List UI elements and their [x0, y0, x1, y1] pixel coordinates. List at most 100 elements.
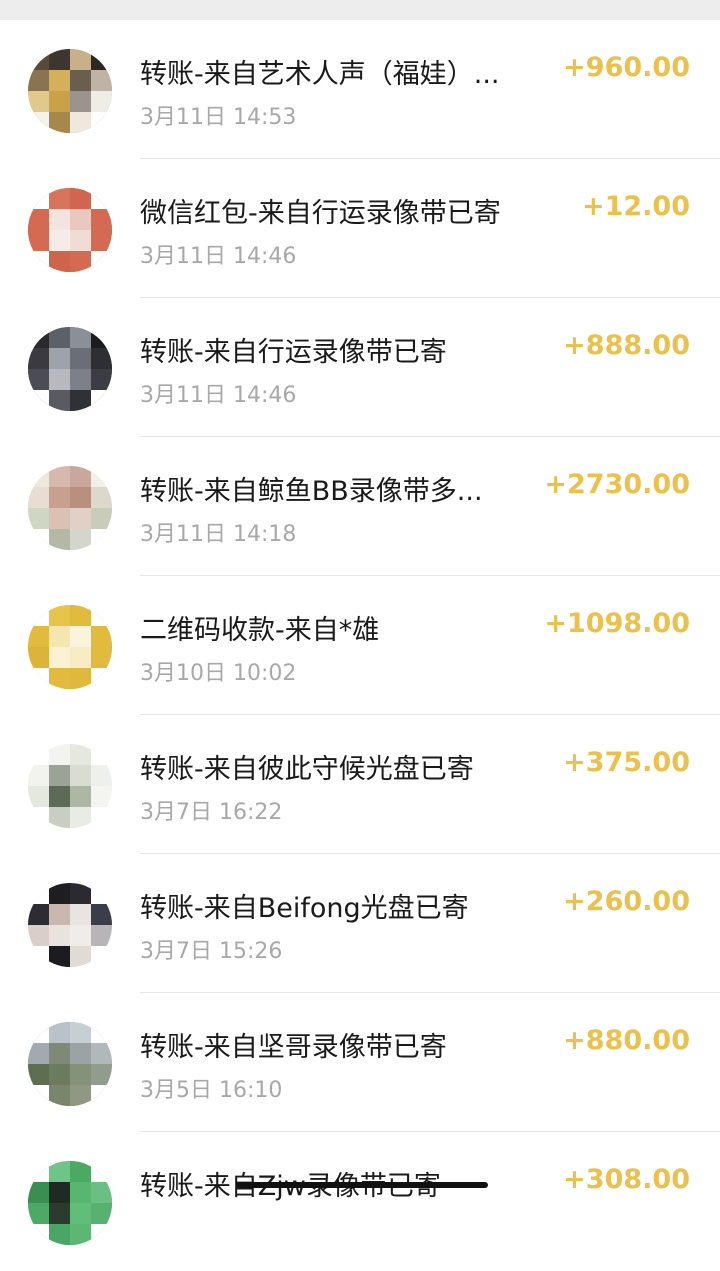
- avatar-pixel: [49, 668, 70, 689]
- transaction-time: 3月5日 16:10: [140, 1078, 283, 1103]
- avatar-pixel: [91, 1182, 112, 1203]
- transaction-amount: +960.00: [563, 52, 690, 83]
- avatar-pixel: [70, 188, 91, 209]
- avatar-pixel: [49, 925, 70, 946]
- transaction-row[interactable]: 转账-来自鲸鱼BB录像带多... 3月11日 14:18 +2730.00: [0, 437, 720, 576]
- avatar-pixel: [91, 626, 112, 647]
- transaction-list: 转账-来自艺术人声（福娃）... 3月11日 14:53 +960.00 微信红…: [0, 20, 720, 1271]
- avatar-pixel: [49, 1064, 70, 1085]
- avatar-pixel: [70, 647, 91, 668]
- avatar-pixel: [28, 1224, 49, 1245]
- avatar-pixel: [70, 209, 91, 230]
- avatar-pixel: [91, 348, 112, 369]
- avatar-pixel: [70, 1182, 91, 1203]
- avatar-pixel: [28, 390, 49, 411]
- avatar-pixel: [91, 230, 112, 251]
- avatar-pixel: [49, 1203, 70, 1224]
- avatar-pixel: [49, 529, 70, 550]
- avatar-pixel: [70, 369, 91, 390]
- avatar-pixel: [49, 327, 70, 348]
- avatar-pixel: [49, 904, 70, 925]
- avatar-pixel: [91, 487, 112, 508]
- transaction-time: 3月10日 10:02: [140, 661, 297, 686]
- avatar-pixel: [28, 786, 49, 807]
- transaction-row[interactable]: 二维码收款-来自*雄 3月10日 10:02 +1098.00: [0, 576, 720, 715]
- avatar-pixel: [91, 647, 112, 668]
- avatar-pixel: [28, 508, 49, 529]
- avatar-pixel: [49, 390, 70, 411]
- transaction-row[interactable]: 转账-来自坚哥录像带已寄 3月5日 16:10 +880.00: [0, 993, 720, 1132]
- transaction-row[interactable]: 转账-来自Beifong光盘已寄 3月7日 15:26 +260.00: [0, 854, 720, 993]
- avatar-pixel: [91, 112, 112, 133]
- avatar-pixel: [70, 1161, 91, 1182]
- avatar-pixel: [28, 327, 49, 348]
- avatar-pixel: [91, 1085, 112, 1106]
- avatar-pixel: [49, 1022, 70, 1043]
- avatar-pixel: [70, 91, 91, 112]
- avatar-pixel: [28, 49, 49, 70]
- avatar-pixel: [70, 508, 91, 529]
- avatar-pixel: [28, 668, 49, 689]
- avatar-pixel: [91, 369, 112, 390]
- avatar-pixel: [28, 647, 49, 668]
- avatar: [28, 49, 112, 133]
- avatar-pixel: [91, 1064, 112, 1085]
- transaction-amount: +2730.00: [544, 469, 690, 500]
- transaction-title: 转账-来自鲸鱼BB录像带多...: [140, 476, 483, 507]
- top-bar: [0, 0, 720, 20]
- avatar-pixel: [70, 786, 91, 807]
- avatar-pixel: [49, 466, 70, 487]
- avatar-pixel: [70, 765, 91, 786]
- avatar-pixel: [28, 209, 49, 230]
- avatar-pixel: [49, 786, 70, 807]
- avatar-pixel: [70, 390, 91, 411]
- avatar-pixel: [91, 251, 112, 272]
- avatar-pixel: [49, 487, 70, 508]
- avatar-pixel: [70, 1203, 91, 1224]
- avatar-pixel: [28, 487, 49, 508]
- transaction-amount: +1098.00: [544, 608, 690, 639]
- avatar-pixel: [70, 1085, 91, 1106]
- transaction-time: 3月11日 14:53: [140, 105, 297, 130]
- avatar-pixel: [28, 251, 49, 272]
- transaction-row[interactable]: 微信红包-来自行运录像带已寄 3月11日 14:46 +12.00: [0, 159, 720, 298]
- transaction-time: 3月11日 14:18: [140, 522, 297, 547]
- avatar-pixel: [28, 744, 49, 765]
- avatar-pixel: [91, 786, 112, 807]
- avatar-pixel: [49, 209, 70, 230]
- transaction-row[interactable]: 转账-来自艺术人声（福娃）... 3月11日 14:53 +960.00: [0, 20, 720, 159]
- avatar-pixel: [28, 112, 49, 133]
- transaction-title: 转账-来自坚哥录像带已寄: [140, 1032, 447, 1063]
- avatar-pixel: [70, 605, 91, 626]
- transaction-amount: +12.00: [581, 191, 690, 222]
- avatar-pixel: [28, 348, 49, 369]
- transaction-row[interactable]: 转账-来自行运录像带已寄 3月11日 14:46 +888.00: [0, 298, 720, 437]
- avatar-pixel: [49, 70, 70, 91]
- avatar-pixel: [28, 1203, 49, 1224]
- transaction-row[interactable]: 转账-来自彼此守候光盘已寄 3月7日 16:22 +375.00: [0, 715, 720, 854]
- redaction-strikethrough: [236, 1182, 488, 1188]
- avatar-pixel: [28, 626, 49, 647]
- transaction-row[interactable]: 转账-来自Zjw录像带已寄 +308.00: [0, 1132, 720, 1271]
- avatar-pixel: [28, 1022, 49, 1043]
- avatar-pixel: [70, 230, 91, 251]
- avatar-pixel: [91, 605, 112, 626]
- avatar: [28, 188, 112, 272]
- transaction-amount: +260.00: [563, 886, 690, 917]
- transaction-time: 3月11日 14:46: [140, 244, 297, 269]
- avatar-pixel: [49, 1224, 70, 1245]
- transaction-amount: +375.00: [563, 747, 690, 778]
- avatar-pixel: [28, 1085, 49, 1106]
- avatar-pixel: [70, 466, 91, 487]
- avatar-pixel: [91, 1022, 112, 1043]
- avatar-pixel: [28, 1161, 49, 1182]
- avatar-pixel: [28, 1043, 49, 1064]
- avatar-pixel: [49, 883, 70, 904]
- avatar-pixel: [70, 807, 91, 828]
- avatar-pixel: [49, 765, 70, 786]
- avatar: [28, 327, 112, 411]
- avatar-pixel: [28, 230, 49, 251]
- avatar: [28, 744, 112, 828]
- avatar: [28, 1161, 112, 1245]
- avatar-pixel: [28, 946, 49, 967]
